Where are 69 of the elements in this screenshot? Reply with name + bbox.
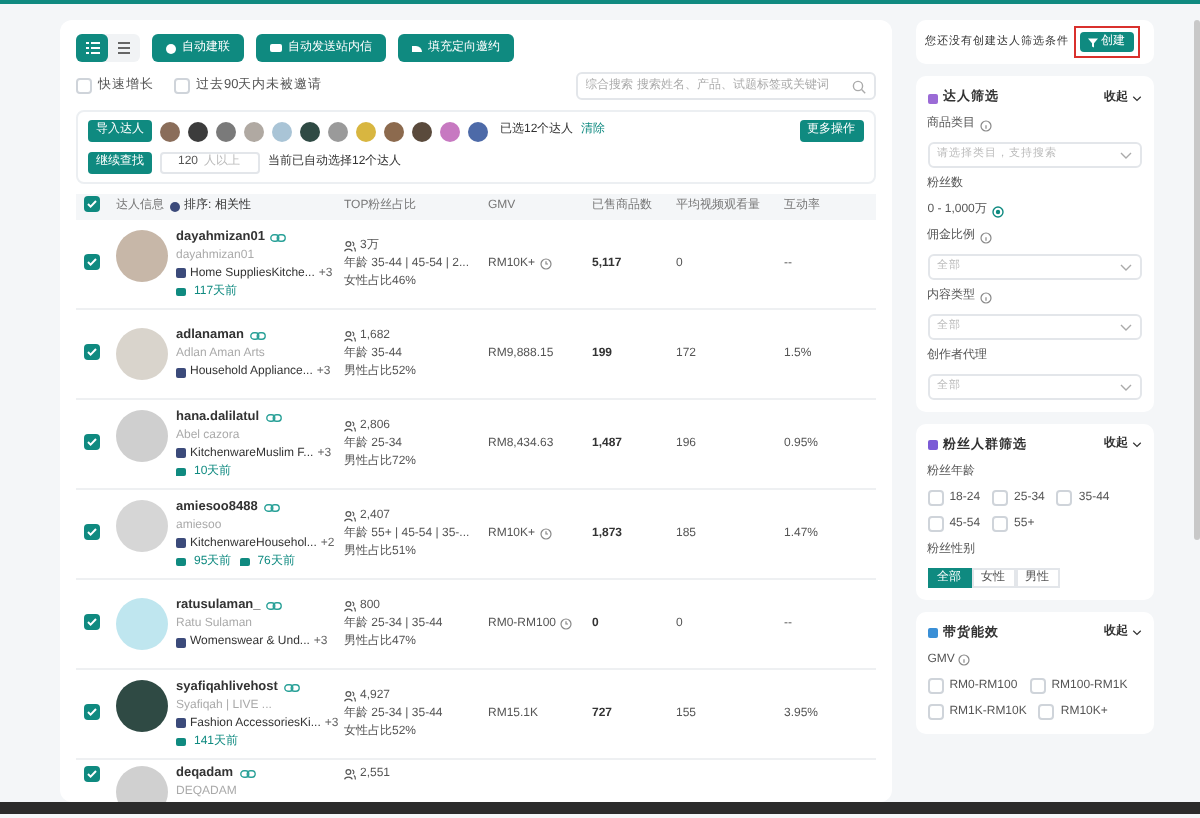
people-icon — [344, 690, 356, 702]
filter-icon — [1087, 37, 1098, 48]
link-icon[interactable] — [263, 503, 280, 511]
link-icon[interactable] — [265, 413, 282, 421]
people-icon — [344, 768, 356, 780]
chevron-icon — [1132, 95, 1142, 102]
section-icon — [927, 440, 938, 451]
chevron-icon — [1120, 323, 1132, 331]
chevron-icon — [1132, 442, 1142, 449]
link-icon[interactable] — [283, 683, 300, 691]
people-icon — [344, 330, 356, 342]
checkbox[interactable] — [992, 516, 1009, 533]
scrollbar-thumb[interactable] — [1194, 20, 1200, 540]
avatar — [116, 229, 168, 281]
people-icon — [344, 600, 356, 612]
radio-icon[interactable] — [992, 205, 1005, 217]
mail-icon — [176, 737, 186, 745]
menu-icon — [118, 42, 130, 54]
checkbox[interactable] — [84, 344, 100, 360]
checkbox[interactable] — [84, 614, 100, 630]
link-icon[interactable] — [270, 233, 287, 241]
info-icon — [958, 654, 971, 666]
people-icon — [344, 240, 356, 252]
checkbox[interactable] — [927, 490, 944, 507]
checkbox[interactable] — [84, 524, 100, 540]
clock-icon — [539, 258, 552, 270]
avatar — [116, 328, 168, 380]
search-icon — [851, 79, 866, 93]
mail-icon — [176, 287, 186, 295]
avatar — [116, 679, 168, 731]
checkbox[interactable] — [1038, 704, 1055, 720]
avatar — [116, 598, 168, 650]
section-icon — [927, 93, 938, 104]
checkbox[interactable] — [927, 704, 944, 720]
checkbox[interactable] — [1056, 490, 1073, 507]
checkbox[interactable] — [76, 78, 92, 94]
list-icon — [85, 42, 99, 54]
checkbox[interactable] — [84, 704, 100, 720]
link-icon[interactable] — [266, 602, 283, 610]
message-icon — [270, 44, 282, 52]
info-icon — [979, 119, 992, 131]
avatar — [116, 499, 168, 551]
checkbox[interactable] — [174, 78, 190, 94]
mail-icon — [176, 557, 186, 565]
chat-icon — [176, 467, 186, 475]
checkbox[interactable] — [927, 516, 944, 533]
people-icon — [344, 510, 356, 522]
avatar — [116, 409, 168, 461]
checkbox[interactable] — [84, 254, 100, 270]
chat-icon — [239, 557, 250, 565]
info-icon — [979, 291, 992, 303]
checkbox[interactable] — [84, 196, 100, 212]
clock-icon — [539, 528, 552, 540]
checkbox[interactable] — [927, 678, 944, 694]
link-icon[interactable] — [239, 770, 256, 778]
checkbox[interactable] — [84, 766, 100, 782]
clock-icon — [560, 618, 573, 630]
section-icon — [927, 628, 938, 639]
chevron-icon — [1120, 151, 1132, 159]
link-icon[interactable] — [249, 332, 266, 340]
chevron-icon — [1120, 263, 1132, 271]
info-icon — [979, 231, 992, 243]
checkbox[interactable] — [84, 434, 100, 450]
list-view-button[interactable] — [76, 34, 108, 62]
checkbox[interactable] — [1029, 678, 1046, 694]
people-icon — [344, 420, 356, 432]
checkbox[interactable] — [992, 490, 1009, 507]
chevron-icon — [1132, 630, 1142, 637]
chevron-icon — [1120, 383, 1132, 391]
